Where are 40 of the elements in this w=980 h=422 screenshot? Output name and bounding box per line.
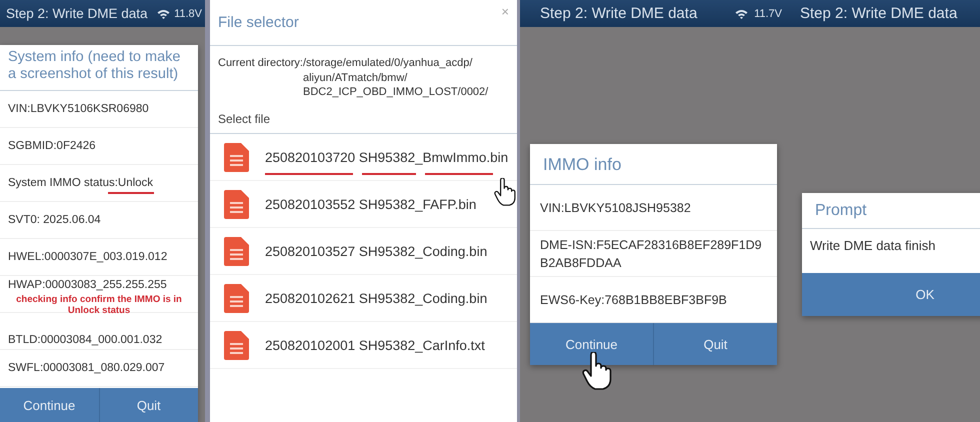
annotation-text: checking info confirm the IMMO is in Unlock status [15,295,183,317]
voltage-reading: 11.7V [754,8,782,20]
directory-label: Current directory: [218,56,303,71]
info-text: BTLD:00003084_000.001.032 [8,334,162,346]
section-label: Select file [210,106,517,134]
info-text: VIN:LBVKY5108JSH95382 [540,200,691,217]
header-title: Step 2: Write DME data [800,5,958,22]
info-text: SVT0: 2025.06.04 [8,214,101,226]
info-text: SGBMID:0F2426 [8,140,96,152]
file-item[interactable]: 250820103527 SH95382_Coding.bin [210,228,517,276]
info-text: System IMMO status:Unlock [8,177,154,189]
file-item[interactable]: 250820103720 SH95382_BmwImmo.bin [210,134,517,182]
dialog-title: Prompt [802,193,980,229]
voltage-reading: 11.8V [174,8,202,20]
info-text: SWFL:00003081_080.029.007 [8,362,165,374]
info-text: HWAP:00003083_255.255.255 [8,279,167,291]
directory-path: aliyun/ATmatch/bmw/ [302,70,408,86]
info-text: EWS6-Key:768B1BB8EBF3BF9B [540,292,727,309]
hand-cursor-icon [582,352,612,390]
directory-path: /storage/emulated/0/yanhua_acdp/ [302,56,474,71]
message-text: Write DME data finish [810,237,936,255]
wifi-icon [735,8,748,18]
info-text: HWEL:0000307E_003.019.012 [8,251,168,263]
dialog-title: IMMO info [530,144,777,186]
underline-mark [108,192,154,194]
header-title: Step 2: Write DME data [6,6,149,21]
wifi-icon [157,8,170,18]
file-item[interactable]: 250820102001 SH95382_CarInfo.txt [210,322,517,370]
directory-path: BDC2_ICP_OBD_IMMO_LOST/0002/ [302,85,488,100]
document-icon [224,330,249,360]
document-icon [224,190,249,219]
info-text: DME-ISN:F5ECAF28316B8EF289F1D9B2AB8FDDAA [540,236,763,272]
close-button[interactable]: × [501,4,509,19]
document-icon [224,142,249,172]
document-icon [224,284,249,313]
dialog-title: System info (need to make a screenshot of this result) [0,45,198,91]
info-text: VIN:LBVKY5106KSR06980 [8,103,149,115]
file-item[interactable]: 250820102621 SH95382_Coding.bin [210,275,517,322]
header-title: Step 2: Write DME data [539,5,698,22]
document-icon [224,236,249,266]
